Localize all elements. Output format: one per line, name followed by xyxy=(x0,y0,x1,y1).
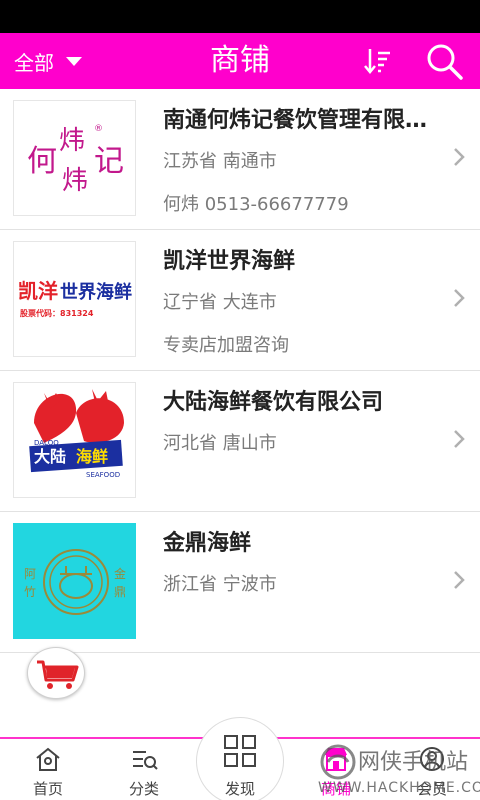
shop-list-item[interactable]: 凯洋 世界海鲜 股票代码：831324 凯洋世界海鲜 辽宁省 大连市 专卖店加盟… xyxy=(0,230,480,371)
svg-text:竹: 竹 xyxy=(24,585,36,599)
discover-grid-icon xyxy=(224,735,256,767)
member-icon xyxy=(420,747,444,771)
shop-region: 辽宁省 大连市 xyxy=(163,292,277,313)
tab-category-label: 分类 xyxy=(128,780,159,798)
svg-text:DALOO: DALOO xyxy=(34,439,59,447)
chevron-right-icon xyxy=(454,571,465,589)
tab-home-label: 首页 xyxy=(32,780,63,798)
sort-button[interactable] xyxy=(360,43,396,79)
home-icon xyxy=(36,747,60,771)
cart-icon xyxy=(37,660,79,689)
shop-list-item[interactable]: 何 炜 记 炜 ® 南通何炜记餐饮管理有限公司 江苏省 南通市 何炜 0513-… xyxy=(0,89,480,230)
tab-member-label: 会员 xyxy=(416,780,447,798)
shop-name: 南通何炜记餐饮管理有限公司 xyxy=(163,108,433,133)
svg-text:海鲜: 海鲜 xyxy=(76,447,108,466)
category-filter-dropdown[interactable]: 全部 xyxy=(14,33,82,89)
shop-region: 江苏省 南通市 xyxy=(163,151,277,172)
shop-logo-hewei: 何 炜 记 炜 ® xyxy=(13,100,136,216)
shop-contact: 何炜 0513-66677779 xyxy=(163,194,349,215)
tab-shops-label: 商铺 xyxy=(320,780,351,798)
tab-category[interactable]: 分类 xyxy=(96,739,192,800)
svg-text:金: 金 xyxy=(114,566,126,581)
tab-home[interactable]: 首页 xyxy=(0,739,96,800)
shop-list-item[interactable]: 大陆 海鲜 DALOO SEAFOOD 大陆海鲜餐饮有限公司 河北省 唐山市 xyxy=(0,371,480,512)
shop-list-item[interactable]: 阿 竹 金 鼎 金鼎海鲜 浙江省 宁波市 xyxy=(0,512,480,653)
svg-text:®: ® xyxy=(94,124,103,134)
svg-text:鼎: 鼎 xyxy=(114,585,126,599)
chevron-right-icon xyxy=(454,430,465,448)
shop-logo-kaiyang: 凯洋 世界海鲜 股票代码：831324 xyxy=(13,241,136,357)
shop-logo-dalu: 大陆 海鲜 DALOO SEAFOOD xyxy=(13,382,136,498)
chevron-right-icon xyxy=(454,148,465,166)
svg-text:凯洋: 凯洋 xyxy=(18,279,58,303)
tab-member[interactable]: 会员 xyxy=(384,739,480,800)
shop-note: 专卖店加盟咨询 xyxy=(163,335,289,356)
top-bar: 全部 商铺 xyxy=(0,33,480,89)
svg-text:炜: 炜 xyxy=(59,126,85,156)
svg-text:阿: 阿 xyxy=(24,567,36,581)
svg-text:记: 记 xyxy=(94,144,124,179)
svg-text:炜: 炜 xyxy=(62,166,88,196)
cart-button[interactable] xyxy=(27,647,85,699)
search-icon xyxy=(427,44,463,80)
tab-discover-label: 发现 xyxy=(224,780,255,798)
status-bar xyxy=(0,0,480,33)
shop-region: 浙江省 宁波市 xyxy=(163,574,277,595)
svg-text:大陆: 大陆 xyxy=(34,447,66,466)
shop-name: 大陆海鲜餐饮有限公司 xyxy=(163,390,384,415)
svg-text:何: 何 xyxy=(27,144,57,179)
svg-text:SEAFOOD: SEAFOOD xyxy=(86,471,120,479)
chevron-right-icon xyxy=(454,289,465,307)
svg-text:股票代码：831324: 股票代码：831324 xyxy=(20,308,94,318)
shop-icon xyxy=(325,748,347,771)
category-icon xyxy=(133,751,158,770)
shop-list: 何 炜 记 炜 ® 南通何炜记餐饮管理有限公司 江苏省 南通市 何炜 0513-… xyxy=(0,89,480,653)
shop-name: 凯洋世界海鲜 xyxy=(163,249,296,274)
search-button[interactable] xyxy=(424,41,466,81)
tab-discover[interactable]: 发现 xyxy=(196,717,284,800)
shop-name: 金鼎海鲜 xyxy=(163,531,252,556)
tab-shops[interactable]: 商铺 xyxy=(288,739,384,800)
shop-logo-jinding: 阿 竹 金 鼎 xyxy=(13,523,136,639)
filter-label: 全部 xyxy=(14,50,54,75)
svg-text:世界海鲜: 世界海鲜 xyxy=(60,281,132,303)
sort-icon xyxy=(364,49,390,74)
shop-region: 河北省 唐山市 xyxy=(163,433,277,454)
caret-down-icon xyxy=(66,56,82,66)
